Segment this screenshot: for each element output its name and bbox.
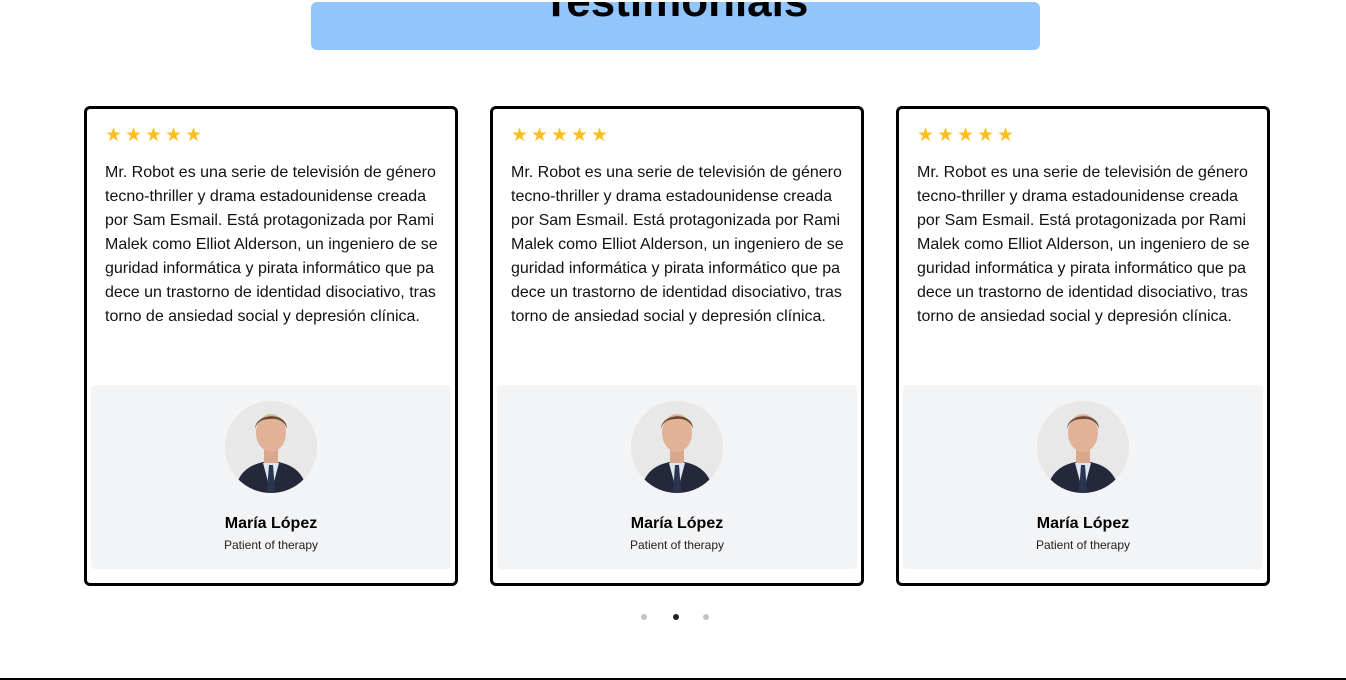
author-role: Patient of therapy xyxy=(1035,538,1131,552)
author-name: María López xyxy=(1036,515,1130,532)
testimonial-quote: Mr. Robot es una serie de televisión de … xyxy=(511,164,844,325)
star-icon: ★ xyxy=(957,125,975,146)
author-profile: María López Patient of therapy xyxy=(497,385,857,569)
carousel-pagination xyxy=(641,614,711,620)
star-icon: ★ xyxy=(917,125,935,146)
person-photo-icon xyxy=(225,401,317,493)
star-icon: ★ xyxy=(145,125,163,146)
author-role: Patient of therapy xyxy=(629,538,725,552)
star-icon: ★ xyxy=(105,125,123,146)
person-photo-icon xyxy=(1037,401,1129,493)
testimonial-card: ★ ★ ★ ★ ★ Mr. Robot es una serie de tele… xyxy=(84,106,458,586)
avatar xyxy=(225,401,317,493)
testimonial-card: ★ ★ ★ ★ ★ Mr. Robot es una serie de tele… xyxy=(896,106,1270,586)
testimonial-card: ★ ★ ★ ★ ★ Mr. Robot es una serie de tele… xyxy=(490,106,864,586)
carousel-dot-3[interactable] xyxy=(703,614,709,620)
star-icon: ★ xyxy=(165,125,183,146)
author-name: María López xyxy=(224,515,318,532)
carousel-dot-2[interactable] xyxy=(673,614,679,620)
section-title: Testimonials xyxy=(311,2,1040,32)
star-rating: ★ ★ ★ ★ ★ xyxy=(917,125,1015,146)
star-rating: ★ ★ ★ ★ ★ xyxy=(511,125,609,146)
author-profile: María López Patient of therapy xyxy=(903,385,1263,569)
star-icon: ★ xyxy=(125,125,143,146)
star-icon: ★ xyxy=(531,125,549,146)
star-icon: ★ xyxy=(977,125,995,146)
person-photo-icon xyxy=(631,401,723,493)
star-icon: ★ xyxy=(591,125,609,146)
star-icon: ★ xyxy=(937,125,955,146)
star-icon: ★ xyxy=(511,125,529,146)
star-rating: ★ ★ ★ ★ ★ xyxy=(105,125,203,146)
carousel-dot-1[interactable] xyxy=(641,614,647,620)
star-icon: ★ xyxy=(551,125,569,146)
author-role: Patient of therapy xyxy=(223,538,319,552)
star-icon: ★ xyxy=(997,125,1015,146)
star-icon: ★ xyxy=(571,125,589,146)
testimonial-quote: Mr. Robot es una serie de televisión de … xyxy=(917,164,1250,325)
star-icon: ★ xyxy=(185,125,203,146)
testimonial-quote: Mr. Robot es una serie de televisión de … xyxy=(105,164,438,325)
title-banner: Testimonials xyxy=(311,2,1040,50)
avatar xyxy=(631,401,723,493)
avatar xyxy=(1037,401,1129,493)
author-profile: María López Patient of therapy xyxy=(91,385,451,569)
author-name: María López xyxy=(630,515,724,532)
